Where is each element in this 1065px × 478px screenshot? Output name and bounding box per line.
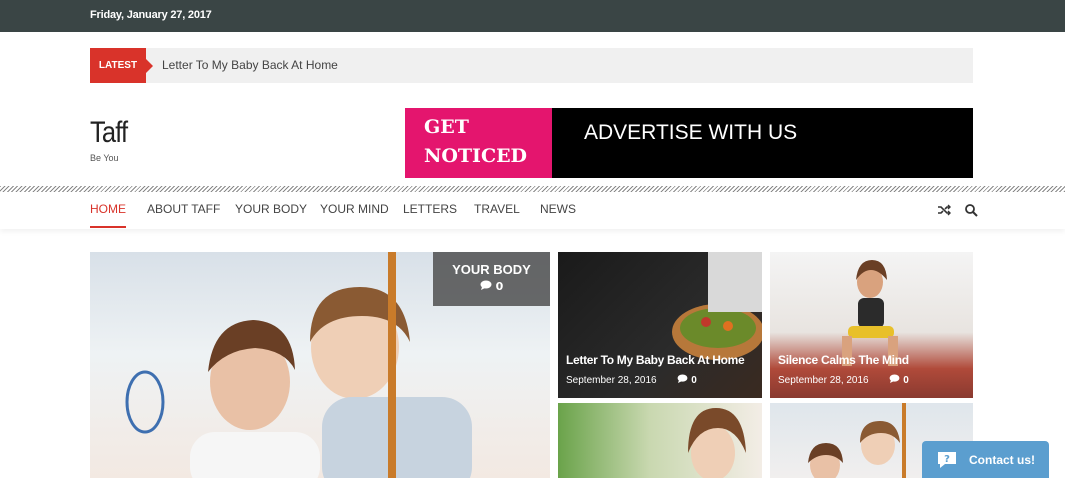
nav-item-your-mind[interactable]: YOUR MIND xyxy=(320,202,389,216)
nav-item-letters[interactable]: LETTERS xyxy=(403,202,457,216)
featured-post-hero[interactable]: YOUR BODY 0 xyxy=(90,252,550,478)
nav-item-travel[interactable]: TRAVEL xyxy=(474,202,520,216)
post-card-silence[interactable]: Silence Calms The Mind September 28, 201… xyxy=(770,252,973,398)
post-title[interactable]: Silence Calms The Mind xyxy=(778,353,909,367)
advertisement-banner[interactable]: GET NOTICED ADVERTISE WITH US xyxy=(405,108,973,178)
hero-category-label: YOUR BODY xyxy=(452,262,531,277)
comment-icon xyxy=(889,374,900,383)
nav-item-about-taff[interactable]: ABOUT TAFF xyxy=(147,202,220,216)
shuffle-icon[interactable] xyxy=(937,203,951,217)
post-comment-count: 0 xyxy=(889,374,909,386)
post-date: September 28, 2016 xyxy=(566,375,657,386)
post-card-info: Silence Calms The Mind September 28, 201… xyxy=(778,353,909,386)
card-image-3 xyxy=(688,408,746,478)
comment-icon xyxy=(480,280,492,290)
post-comments-number: 0 xyxy=(691,375,697,386)
post-card-3[interactable] xyxy=(558,403,762,478)
post-card-letter[interactable]: Letter To My Baby Back At Home September… xyxy=(558,252,762,398)
current-date: Friday, January 27, 2017 xyxy=(90,9,212,21)
hero-comment-count: 0 xyxy=(433,280,550,293)
ad-text-line1: GET xyxy=(424,116,469,138)
site-title[interactable]: Taff xyxy=(90,116,128,150)
chat-bubble-icon: ? xyxy=(938,452,956,468)
post-meta: September 28, 2016 0 xyxy=(566,374,744,386)
post-meta: September 28, 2016 0 xyxy=(778,374,909,386)
post-title[interactable]: Letter To My Baby Back At Home xyxy=(566,353,745,367)
ad-advertise-text: ADVERTISE WITH US xyxy=(584,121,798,144)
contact-us-button[interactable]: ? Contact us! xyxy=(922,441,1049,478)
contact-us-label: Contact us! xyxy=(969,453,1035,467)
post-comment-count: 0 xyxy=(677,374,697,386)
hero-category-badge[interactable]: YOUR BODY 0 xyxy=(433,252,550,306)
nav-item-home[interactable]: HOME xyxy=(90,202,126,228)
comment-icon xyxy=(677,374,688,383)
post-card-info: Letter To My Baby Back At Home September… xyxy=(566,353,745,386)
ad-text-line2: NOTICED xyxy=(424,145,528,167)
search-icon[interactable] xyxy=(964,203,978,217)
nav-item-your-body[interactable]: YOUR BODY xyxy=(235,202,307,216)
ticker-headline-link[interactable]: Letter To My Baby Back At Home xyxy=(162,58,338,72)
nav-item-news[interactable]: NEWS xyxy=(540,202,576,216)
news-ticker: LATEST Letter To My Baby Back At Home xyxy=(90,48,973,83)
post-comments-number: 0 xyxy=(903,375,909,386)
latest-badge: LATEST xyxy=(90,48,153,83)
ad-pink-block: GET NOTICED xyxy=(405,108,552,178)
site-tagline: Be You xyxy=(90,153,119,163)
nav-icons xyxy=(937,203,978,222)
top-bar: Friday, January 27, 2017 xyxy=(0,0,1065,32)
hero-comments-number: 0 xyxy=(495,280,504,293)
svg-text:?: ? xyxy=(944,454,950,465)
main-navigation: HOME ABOUT TAFF YOUR BODY YOUR MIND LETT… xyxy=(0,192,1065,229)
post-date: September 28, 2016 xyxy=(778,375,869,386)
